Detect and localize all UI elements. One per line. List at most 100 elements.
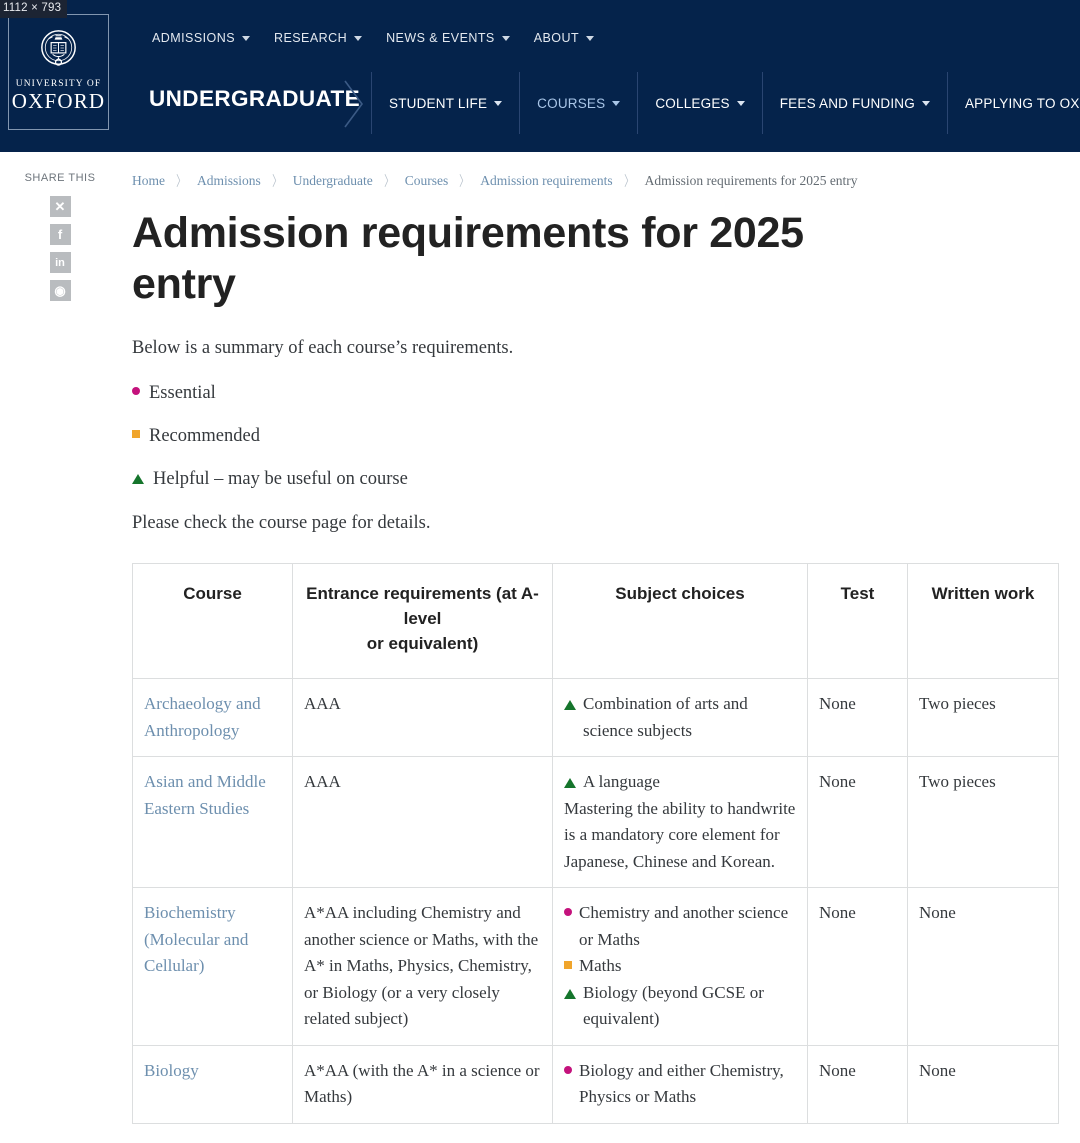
column-header-course: Course [133, 564, 293, 679]
legend: Essential Recommended Helpful – may be u… [132, 382, 1058, 490]
linkedin-icon[interactable]: in [50, 252, 71, 273]
column-header-subject-choices: Subject choices [553, 564, 808, 679]
breadcrumb-separator-icon: 〉 [384, 171, 394, 191]
nav-item-courses[interactable]: COURSES [520, 72, 638, 134]
table-row: Asian and Middle Eastern Studies AAAA la… [133, 757, 1059, 888]
cell-subject-choices: A languageMastering the ability to handw… [553, 757, 808, 888]
breadcrumb-separator-icon: 〉 [272, 171, 282, 191]
table-header-row: Course Entrance requirements (at A-level… [133, 564, 1059, 679]
legend-item-essential-label: Essential [149, 382, 216, 404]
breadcrumb-link-courses[interactable]: Courses [405, 173, 449, 189]
cell-subject-choices: Combination of arts and science subjects [553, 679, 808, 757]
table-body: Archaeology and Anthropology AAACombinati… [133, 679, 1059, 1124]
reddit-icon[interactable]: ◉ [50, 280, 71, 301]
subject-choice-note: Mastering the ability to handwrite is a … [564, 796, 797, 876]
legend-item-recommended: Recommended [132, 425, 1058, 447]
essential-dot-icon [132, 387, 140, 395]
nav-item-admissions[interactable]: ADMISSIONS [152, 31, 250, 45]
cell-written-work: Two pieces [908, 757, 1059, 888]
subject-choice-item: Biology and either Chemistry, Physics or… [564, 1058, 797, 1111]
column-header-written-work: Written work [908, 564, 1059, 679]
nav-item-applying-to-oxford-label: APPLYING TO OXFORD [965, 96, 1080, 111]
legend-item-essential: Essential [132, 382, 1058, 404]
site-header: UNIVERSITY OF OXFORD ADMISSIONS RESEARCH… [0, 0, 1080, 152]
subject-choice-label: Biology (beyond GCSE or equivalent) [583, 980, 797, 1033]
helpful-triangle-icon [564, 700, 576, 710]
subject-choice-item: A language [564, 769, 797, 796]
nav-item-colleges[interactable]: COLLEGES [638, 72, 762, 134]
chevron-down-icon [737, 101, 745, 106]
nav-item-courses-label: COURSES [537, 96, 605, 111]
course-link[interactable]: Archaeology and Anthropology [144, 694, 261, 740]
recommended-square-icon [564, 961, 572, 969]
chevron-down-icon [354, 36, 362, 41]
cell-written-work: None [908, 888, 1059, 1046]
helpful-triangle-icon [564, 989, 576, 999]
subject-choice-label: Biology and either Chemistry, Physics or… [579, 1058, 797, 1111]
cell-entrance-requirements: AAA [293, 757, 553, 888]
recommended-square-icon [132, 430, 140, 438]
nav-item-applying-to-oxford[interactable]: APPLYING TO OXFORD [948, 72, 1080, 134]
essential-dot-icon [564, 1066, 572, 1074]
breadcrumb-link-home[interactable]: Home [132, 173, 165, 189]
course-link[interactable]: Biology [144, 1061, 199, 1080]
nav-item-about-label: ABOUT [534, 31, 579, 45]
legend-item-recommended-label: Recommended [149, 425, 260, 447]
breadcrumb-link-undergraduate[interactable]: Undergraduate [293, 173, 373, 189]
cell-subject-choices: Chemistry and another science or MathsMa… [553, 888, 808, 1046]
intro-paragraph: Below is a summary of each course’s requ… [132, 336, 1058, 360]
screenshot-dimensions-badge: 1112 × 793 [0, 0, 67, 18]
cell-test: None [808, 1045, 908, 1123]
primary-navigation: ADMISSIONS RESEARCH NEWS & EVENTS ABOUT [152, 31, 594, 45]
nav-item-research[interactable]: RESEARCH [274, 31, 362, 45]
cell-test: None [808, 679, 908, 757]
cell-test: None [808, 888, 908, 1046]
breadcrumb: Home 〉 Admissions 〉 Undergraduate 〉 Cour… [132, 172, 1058, 190]
nav-item-student-life[interactable]: STUDENT LIFE [371, 72, 520, 134]
cell-subject-choices: Biology and either Chemistry, Physics or… [553, 1045, 808, 1123]
chevron-down-icon [922, 101, 930, 106]
course-link[interactable]: Biochemistry (Molecular and Cellular) [144, 903, 248, 975]
nav-item-student-life-label: STUDENT LIFE [389, 96, 487, 111]
table-row: Biochemistry (Molecular and Cellular)A*A… [133, 888, 1059, 1046]
nav-item-fees-and-funding-label: FEES AND FUNDING [780, 96, 915, 111]
breadcrumb-link-admissions[interactable]: Admissions [197, 173, 261, 189]
cell-written-work: Two pieces [908, 679, 1059, 757]
page-body: SHARE THIS ✕ f in ◉ Home 〉 Admissions 〉 … [0, 152, 1080, 172]
subject-choice-label: Maths [579, 953, 797, 980]
column-header-test: Test [808, 564, 908, 679]
table-row: Archaeology and Anthropology AAACombinati… [133, 679, 1059, 757]
breadcrumb-separator-icon: 〉 [176, 171, 186, 191]
oxford-logo[interactable]: UNIVERSITY OF OXFORD [8, 14, 109, 130]
secondary-navigation: STUDENT LIFE COURSES COLLEGES FEES AND F… [371, 72, 1080, 134]
nav-item-news-events-label: NEWS & EVENTS [386, 31, 495, 45]
course-page-note: Please check the course page for details… [132, 511, 1058, 535]
subject-choice-item: Combination of arts and science subjects [564, 691, 797, 744]
subject-choice-item: Biology (beyond GCSE or equivalent) [564, 980, 797, 1033]
course-link[interactable]: Asian and Middle Eastern Studies [144, 772, 266, 818]
logo-oxford-text: OXFORD [12, 89, 106, 113]
nav-item-admissions-label: ADMISSIONS [152, 31, 235, 45]
cell-test: None [808, 757, 908, 888]
nav-item-about[interactable]: ABOUT [534, 31, 594, 45]
facebook-icon[interactable]: f [50, 224, 71, 245]
chevron-down-icon [586, 36, 594, 41]
table-row: Biology A*AA (with the A* in a science or… [133, 1045, 1059, 1123]
cell-written-work: None [908, 1045, 1059, 1123]
x-twitter-icon[interactable]: ✕ [50, 196, 71, 217]
share-this-label: SHARE THIS [25, 172, 96, 184]
cell-course: Biology [133, 1045, 293, 1123]
subject-choice-item: Maths [564, 953, 797, 980]
section-title-undergraduate[interactable]: UNDERGRADUATE [149, 86, 360, 112]
helpful-triangle-icon [132, 474, 144, 484]
chevron-right-separator-icon [341, 78, 367, 130]
subject-choice-label: Chemistry and another science or Maths [579, 900, 797, 953]
nav-item-news-events[interactable]: NEWS & EVENTS [386, 31, 510, 45]
nav-item-fees-and-funding[interactable]: FEES AND FUNDING [763, 72, 948, 134]
cell-entrance-requirements: AAA [293, 679, 553, 757]
breadcrumb-link-admission-requirements[interactable]: Admission requirements [480, 173, 612, 189]
cell-entrance-requirements: A*AA (with the A* in a science or Maths) [293, 1045, 553, 1123]
nav-item-research-label: RESEARCH [274, 31, 347, 45]
chevron-down-icon [242, 36, 250, 41]
cell-course: Asian and Middle Eastern Studies [133, 757, 293, 888]
